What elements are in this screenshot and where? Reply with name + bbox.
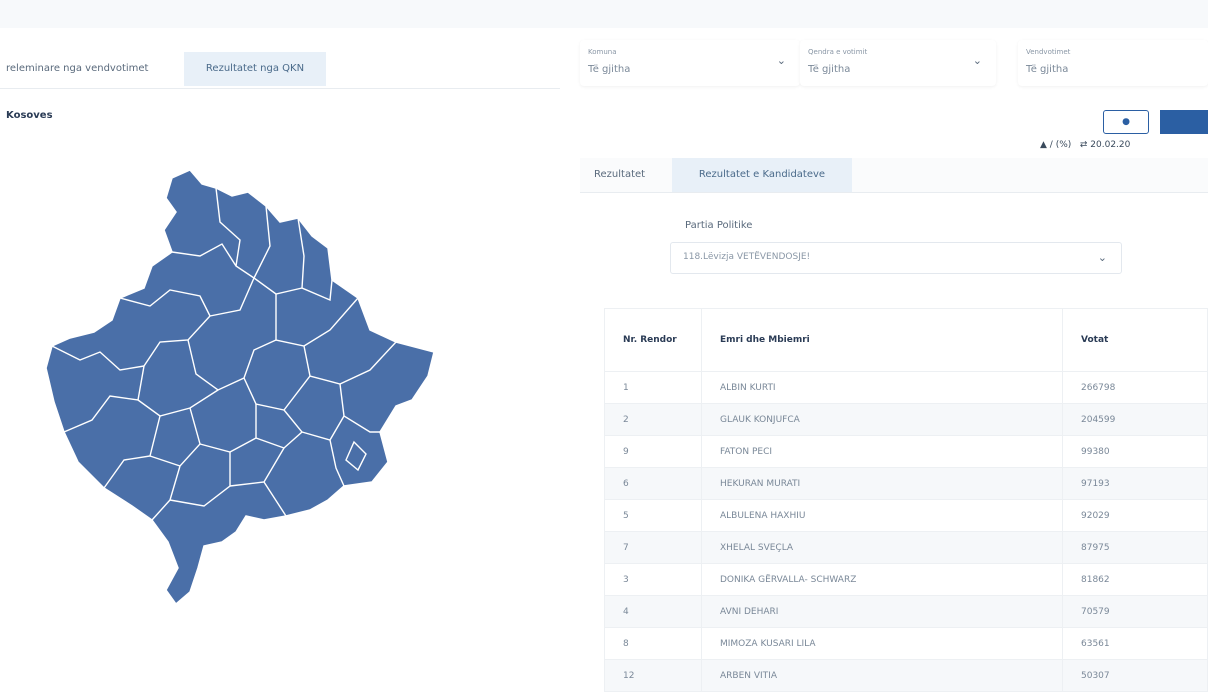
- filter-qendra[interactable]: Qendra e votimit Të gjitha ⌄: [800, 40, 996, 86]
- cell-nr: 4: [604, 595, 702, 628]
- cell-name: AVNI DEHARI: [701, 595, 1063, 628]
- cell-name: XHELAL SVEÇLA: [701, 531, 1063, 564]
- table-row[interactable]: 4 AVNI DEHARI 70579: [604, 595, 1208, 628]
- party-label: Partia Politike: [685, 220, 753, 231]
- percent-label: / (%): [1049, 140, 1072, 150]
- cell-name: FATON PECI: [701, 435, 1063, 468]
- table-row[interactable]: 6 HEKURAN MURATI 97193: [604, 467, 1208, 500]
- cell-votes: 87975: [1062, 531, 1208, 564]
- update-date: 20.02.20: [1090, 140, 1131, 150]
- table-row[interactable]: 3 DONIKA GËRVALLA- SCHWARZ 81862: [604, 563, 1208, 596]
- cell-nr: 9: [604, 435, 702, 468]
- cell-votes: 50307: [1062, 659, 1208, 692]
- cell-name: DONIKA GËRVALLA- SCHWARZ: [701, 563, 1063, 596]
- tab-kandidatet[interactable]: Rezultatet e Kandidateve: [672, 158, 852, 192]
- table-row[interactable]: 1 ALBIN KURTI 266798: [604, 371, 1208, 404]
- cell-votes: 99380: [1062, 435, 1208, 468]
- cell-nr: 8: [604, 627, 702, 660]
- table-row[interactable]: 2 GLAUK KONJUFCA 204599: [604, 403, 1208, 436]
- cell-nr: 1: [604, 371, 702, 404]
- cell-nr: 12: [604, 659, 702, 692]
- cell-nr: 5: [604, 499, 702, 532]
- tab-qkn[interactable]: Rezultatet nga QKN: [184, 52, 326, 86]
- header-votes: Votat: [1062, 308, 1208, 372]
- cell-votes: 63561: [1062, 627, 1208, 660]
- table-row[interactable]: 7 XHELAL SVEÇLA 87975: [604, 531, 1208, 564]
- cell-name: ARBEN VITIA: [701, 659, 1063, 692]
- cell-name: HEKURAN MURATI: [701, 467, 1063, 500]
- chevron-down-icon: ⌄: [972, 54, 982, 67]
- table-row[interactable]: 9 FATON PECI 99380: [604, 435, 1208, 468]
- view-toggle-button[interactable]: [1160, 110, 1208, 134]
- chevron-down-icon: ⌄: [776, 54, 786, 67]
- chevron-down-icon: ⌄: [1097, 251, 1107, 264]
- cell-name: GLAUK KONJUFCA: [701, 403, 1063, 436]
- cell-name: MIMOZA KUSARI LILA: [701, 627, 1063, 660]
- cell-votes: 266798: [1062, 371, 1208, 404]
- kosovo-map[interactable]: [40, 170, 440, 615]
- cell-name: ALBIN KURTI: [701, 371, 1063, 404]
- filter-label: Vendvotimet: [1026, 48, 1071, 56]
- filter-label: Komuna: [588, 48, 617, 56]
- map-pin-icon: ●: [1122, 117, 1130, 127]
- results-panel: Rezultatet Rezultatet e Kandidateve Part…: [580, 158, 1208, 692]
- meta-line: ▲ / (%) ⇄ 20.02.20: [1040, 140, 1130, 150]
- cell-votes: 97193: [1062, 467, 1208, 500]
- cell-nr: 7: [604, 531, 702, 564]
- filter-value: Të gjitha: [588, 64, 631, 75]
- cell-votes: 81862: [1062, 563, 1208, 596]
- party-select[interactable]: 118.Lëvizja VETËVENDOSJE! ⌄: [670, 242, 1122, 274]
- table-row[interactable]: 12 ARBEN VITIA 50307: [604, 659, 1208, 692]
- header-name: Emri dhe Mbiemri: [701, 308, 1063, 372]
- results-tabs: releminare nga vendvotimet Rezultatet ng…: [0, 52, 560, 89]
- filter-komuna[interactable]: Komuna Të gjitha ⌄: [580, 40, 800, 86]
- candidates-table: Nr. Rendor Emri dhe Mbiemri Votat 1 ALBIN…: [604, 308, 1208, 692]
- map-shape[interactable]: [45, 170, 435, 606]
- table-header-row: Nr. Rendor Emri dhe Mbiemri Votat: [604, 308, 1208, 372]
- filter-value: Të gjitha: [808, 64, 851, 75]
- cell-nr: 3: [604, 563, 702, 596]
- filter-label: Qendra e votimit: [808, 48, 868, 56]
- tab-preliminary[interactable]: releminare nga vendvotimet: [6, 52, 148, 86]
- map-pin-button[interactable]: ●: [1103, 110, 1149, 134]
- top-bar: [0, 0, 1208, 28]
- tab-rezultatet[interactable]: Rezultatet: [594, 158, 645, 192]
- cell-votes: 204599: [1062, 403, 1208, 436]
- refresh-icon: ⇄: [1079, 140, 1088, 150]
- cell-votes: 70579: [1062, 595, 1208, 628]
- filter-vendvotimet[interactable]: Vendvotimet Të gjitha: [1018, 40, 1208, 86]
- cell-votes: 92029: [1062, 499, 1208, 532]
- cell-nr: 6: [604, 467, 702, 500]
- cell-name: ALBULENA HAXHIU: [701, 499, 1063, 532]
- ballot-box-icon: ▲: [1040, 140, 1047, 150]
- panel-tabs: Rezultatet Rezultatet e Kandidateve: [580, 158, 1208, 193]
- table-row[interactable]: 5 ALBULENA HAXHIU 92029: [604, 499, 1208, 532]
- party-value: 118.Lëvizja VETËVENDOSJE!: [683, 252, 811, 262]
- region-title: Kosoves: [6, 110, 53, 121]
- cell-nr: 2: [604, 403, 702, 436]
- header-nr: Nr. Rendor: [604, 308, 702, 372]
- filter-value: Të gjitha: [1026, 64, 1069, 75]
- table-row[interactable]: 8 MIMOZA KUSARI LILA 63561: [604, 627, 1208, 660]
